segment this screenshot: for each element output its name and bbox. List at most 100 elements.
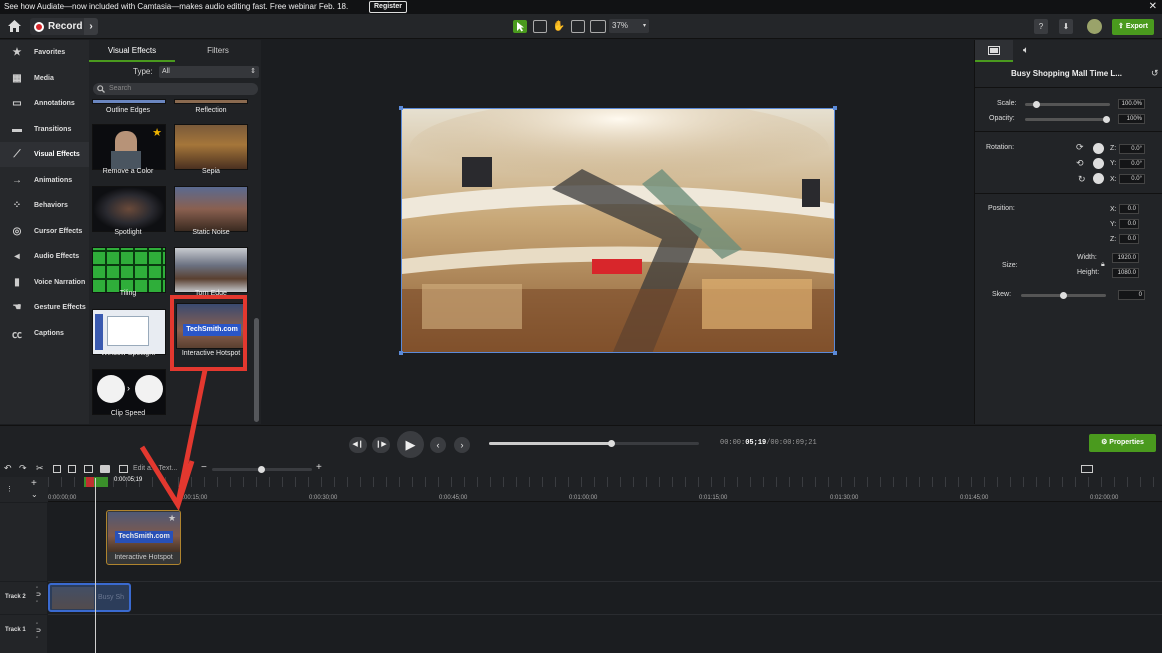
playhead-line[interactable] (95, 478, 96, 653)
sidebar-item-captions[interactable]: ㏄ Captions (0, 321, 89, 346)
undo-icon[interactable]: ↶ (4, 463, 12, 474)
tab-visual-effects[interactable]: Visual Effects (89, 40, 175, 62)
download-icon[interactable]: ⬇ (1059, 19, 1073, 34)
export-button[interactable]: ⇪ Export (1112, 19, 1154, 35)
record-button[interactable]: Record › (30, 18, 98, 35)
close-banner-icon[interactable]: ✕ (1149, 0, 1157, 14)
rotation-y-value[interactable]: 0.0° (1119, 159, 1145, 169)
copy-icon[interactable] (53, 465, 61, 473)
effect-thumb-reflection[interactable] (174, 99, 248, 104)
resize-handle[interactable] (399, 351, 403, 355)
timeline-zoom-slider[interactable] (212, 466, 312, 473)
effect-thumb-remove-a-color[interactable]: ★ (92, 124, 166, 170)
crop-icon[interactable] (571, 20, 585, 33)
position-y-value[interactable]: 0.0 (1119, 219, 1139, 229)
play-icon[interactable]: ▶ (397, 431, 424, 458)
width-value[interactable]: 1920.0 (1112, 253, 1139, 263)
home-icon[interactable] (6, 18, 22, 34)
skew-slider[interactable] (1021, 292, 1106, 299)
redo-icon[interactable]: ↷ (19, 463, 27, 474)
rotation-x-value[interactable]: 0.0° (1119, 174, 1145, 184)
audio-properties-tab[interactable]: 🔈︎ (1023, 45, 1029, 56)
step-forward-icon[interactable]: ❙▶ (372, 437, 390, 453)
scrub-knob[interactable] (607, 440, 615, 447)
sidebar-item-behaviors[interactable]: ⁘ Behaviors (0, 193, 89, 218)
position-x-value[interactable]: 0.0 (1119, 204, 1139, 214)
effect-thumb-tiling[interactable] (92, 247, 166, 293)
rotation-z-value[interactable]: 0.0° (1119, 144, 1145, 154)
resize-handle[interactable] (833, 351, 837, 355)
visual-properties-tab[interactable] (975, 40, 1013, 62)
sidebar-item-cursor-effects[interactable]: ◎ Cursor Effects (0, 219, 89, 244)
split-icon[interactable] (84, 465, 93, 473)
position-z-value[interactable]: 0.0 (1119, 234, 1139, 244)
previous-icon[interactable]: ‹ (430, 437, 446, 453)
track-2-clip[interactable]: Busy Sh (48, 583, 131, 612)
magnet-icon[interactable]: ⋮ (6, 485, 13, 493)
type-select[interactable]: All ⇕ (159, 66, 259, 78)
video-preview[interactable] (401, 108, 835, 353)
sidebar-item-transitions[interactable]: ▬ Transitions (0, 117, 89, 142)
height-value[interactable]: 1080.0 (1112, 268, 1139, 278)
pan-hand-icon[interactable]: ✋ (552, 18, 566, 34)
chevron-right-icon[interactable]: › (84, 18, 98, 35)
track-2-header[interactable]: Track 2 ◦ ⊃ ◦ (0, 582, 47, 614)
tool-icon[interactable] (119, 465, 128, 473)
sidebar-item-favorites[interactable]: ★ Favorites (0, 40, 89, 65)
scrub-bar[interactable] (489, 440, 699, 447)
zoom-knob[interactable] (258, 466, 265, 473)
sidebar-item-audio-effects[interactable]: ◂ Audio Effects (0, 244, 89, 269)
tab-filters[interactable]: Filters (175, 40, 261, 62)
opacity-slider[interactable] (1025, 116, 1110, 123)
step-back-icon[interactable]: ◀❙ (349, 437, 367, 453)
rotation-z-dial[interactable] (1093, 143, 1104, 154)
fit-icon[interactable] (590, 20, 606, 33)
sidebar-item-gesture-effects[interactable]: ☚ Gesture Effects (0, 295, 89, 320)
help-button[interactable]: ? (1034, 19, 1048, 34)
add-track-icon[interactable]: + (31, 478, 37, 489)
sidebar-item-media[interactable]: ▦ Media (0, 66, 89, 91)
sidebar-item-visual-effects[interactable]: ⟋ Visual Effects (0, 142, 89, 167)
cut-icon[interactable]: ✂ (36, 463, 44, 474)
paste-icon[interactable] (68, 465, 76, 473)
avatar[interactable] (1087, 19, 1102, 34)
zoom-in-icon[interactable]: + (316, 462, 322, 473)
collapse-icon[interactable]: ⌄ (31, 490, 38, 499)
scale-value[interactable]: 100.0% (1118, 99, 1145, 109)
register-button[interactable]: Register (369, 1, 408, 13)
rotation-x-dial[interactable] (1093, 173, 1104, 184)
zoom-select[interactable]: 37% ▾ (609, 19, 649, 33)
resize-handle[interactable] (399, 106, 403, 110)
properties-button[interactable]: ⚙ Properties (1089, 434, 1156, 452)
dragged-hotspot-clip[interactable]: TechSmith.com ★ Interactive Hotspot (106, 510, 181, 565)
search-input[interactable]: Search (93, 83, 258, 95)
opacity-knob[interactable] (1103, 116, 1110, 123)
skew-knob[interactable] (1060, 292, 1067, 299)
scale-slider[interactable] (1025, 101, 1110, 108)
scale-knob[interactable] (1032, 101, 1040, 108)
lock-icon[interactable]: 🔒︎ (1101, 261, 1105, 269)
snapshot-icon[interactable] (100, 465, 110, 473)
expand-icon[interactable] (1081, 465, 1093, 473)
effect-thumb-outline-edges[interactable] (92, 99, 166, 104)
favorite-star-icon[interactable]: ★ (152, 126, 162, 139)
select-tool-icon[interactable] (513, 20, 527, 33)
effect-thumb-sepia[interactable] (174, 124, 248, 170)
effect-thumb-spotlight[interactable] (92, 186, 166, 232)
sidebar-item-animations[interactable]: → Animations (0, 168, 89, 193)
effect-thumb-static-noise[interactable] (174, 186, 248, 232)
sidebar-item-voice-narration[interactable]: ▮ Voice Narration (0, 270, 89, 295)
reset-icon[interactable]: ↺ (1151, 68, 1159, 79)
next-icon[interactable]: › (454, 437, 470, 453)
opacity-value[interactable]: 100% (1118, 114, 1145, 124)
track-lock-icon[interactable]: ◦ ⊃ ◦ (36, 585, 41, 606)
sidebar-item-annotations[interactable]: ▭ Annotations (0, 91, 89, 116)
resize-handle[interactable] (833, 106, 837, 110)
track-lock-icon[interactable]: ◦ ⊃ ◦ (36, 621, 41, 642)
edit-points-icon[interactable] (533, 20, 547, 33)
skew-value[interactable]: 0 (1118, 290, 1145, 300)
effects-scrollbar[interactable] (254, 318, 259, 422)
rotation-y-dial[interactable] (1093, 158, 1104, 169)
track-1-header[interactable]: Track 1 ◦ ⊃ ◦ (0, 615, 47, 653)
effect-thumb-torn-edge[interactable] (174, 247, 248, 293)
